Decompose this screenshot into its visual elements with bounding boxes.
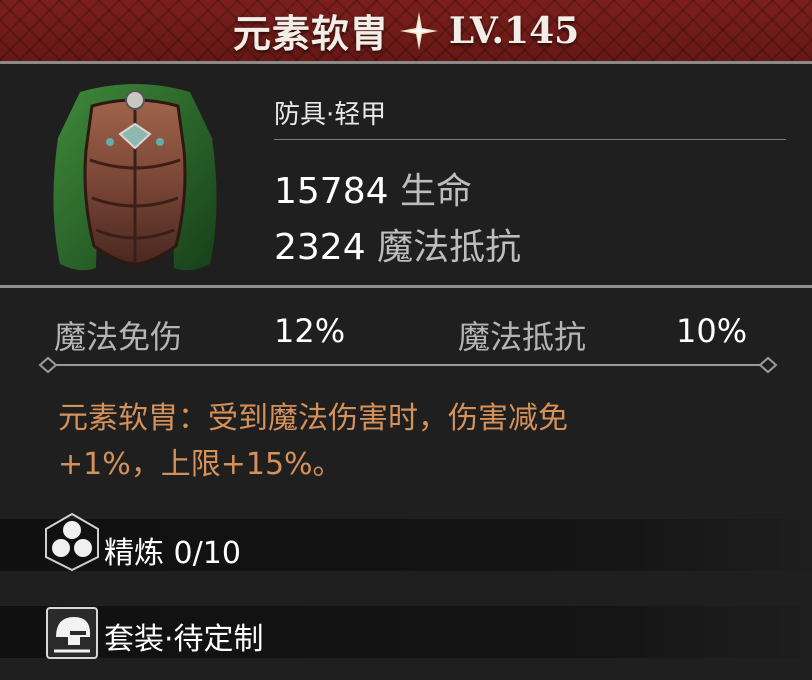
primary-stat-magic-resist: 2324 魔法抵抗	[274, 218, 521, 270]
stat-label: 魔法抵抗	[377, 227, 522, 268]
item-name: 元素软胄	[232, 11, 389, 56]
effect-line: 元素软胄：受到魔法伤害时，伤害减免	[58, 401, 568, 436]
item-header: 元素软胄 LV.145	[0, 0, 812, 64]
secondary-stat-value: 10%	[676, 312, 748, 350]
section-divider	[0, 285, 812, 288]
helmet-icon	[46, 607, 98, 663]
item-type: 防具·轻甲	[274, 100, 387, 130]
cloaked-light-armor-icon	[50, 78, 220, 274]
refine-text: 精炼 0/10	[104, 536, 241, 571]
set-bonus-text: 套装·待定制	[104, 622, 264, 657]
ornamental-divider	[38, 354, 778, 380]
secondary-stat-value: 12%	[274, 312, 346, 350]
effect-description: 元素软胄：受到魔法伤害时，伤害减免 +1%，上限+15%。	[58, 396, 778, 488]
hexagon-cluster-icon	[44, 512, 100, 576]
sparkle-star-icon	[399, 11, 439, 51]
divider	[274, 139, 786, 140]
primary-stat-hp: 15784 生命	[274, 162, 472, 214]
effect-line: +1%，上限+15%。	[58, 447, 343, 482]
secondary-stat-label: 魔法抵抗	[458, 318, 587, 356]
stat-label: 生命	[399, 171, 472, 212]
secondary-stat-label: 魔法免伤	[54, 318, 183, 356]
stat-value: 15784	[274, 171, 389, 212]
stat-value: 2324	[274, 227, 366, 268]
item-level: LV.145	[448, 9, 580, 52]
